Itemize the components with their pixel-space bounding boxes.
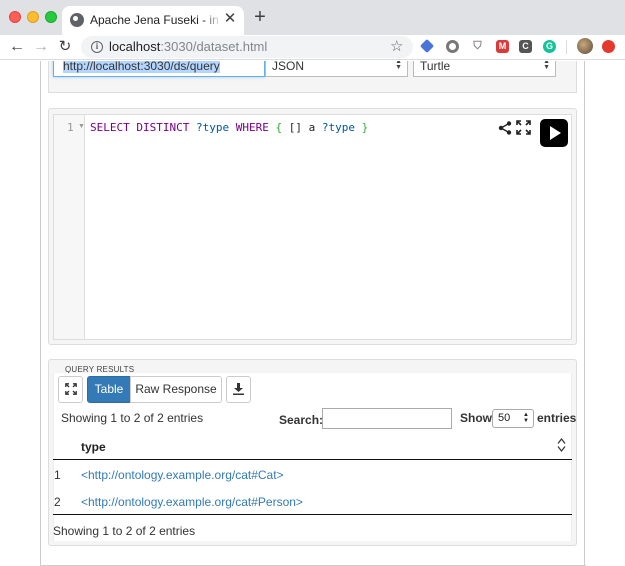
forward-button[interactable]: → xyxy=(32,37,50,57)
shield-extension-icon[interactable]: ⛉ xyxy=(471,40,484,53)
entries-label: entries xyxy=(537,411,577,425)
sparql-endpoint-input[interactable]: http://localhost:3030/ds/query xyxy=(53,61,265,77)
table-info-top: Showing 1 to 2 of 2 entries xyxy=(61,411,204,425)
page-length-value: 50 xyxy=(498,412,511,424)
endpoint-value: http://localhost:3030/ds/query xyxy=(63,61,220,73)
code-token: [] a xyxy=(282,121,322,134)
minimize-window-button[interactable] xyxy=(27,11,39,23)
red-extension-icon[interactable] xyxy=(602,40,615,53)
tab-title: Apache Jena Fuseki - inspect dataset xyxy=(90,13,218,27)
url-host: localhost xyxy=(109,39,161,54)
download-results-button[interactable] xyxy=(226,376,251,403)
line-number: 1 xyxy=(67,121,74,134)
page-content: http://localhost:3030/ds/query JSON ▲ ▼ T… xyxy=(0,61,625,566)
circle-extension-icon[interactable] xyxy=(446,40,459,53)
editor-gutter: 1 ▼ xyxy=(54,115,85,339)
url-text[interactable]: localhost:3030/dataset.html xyxy=(109,39,267,54)
url-path: :3030/dataset.html xyxy=(160,39,268,54)
column-header-type[interactable]: type xyxy=(81,440,106,454)
grammarly-extension-icon[interactable]: G xyxy=(543,40,556,53)
browser-tab[interactable]: Apache Jena Fuseki - inspect dataset ✕ xyxy=(62,6,244,35)
address-bar[interactable]: i localhost:3030/dataset.html ☆ xyxy=(81,36,413,58)
code-token: SELECT xyxy=(90,121,130,134)
table-info-bottom: Showing 1 to 2 of 2 entries xyxy=(53,524,196,538)
browser-titlebar: Apache Jena Fuseki - inspect dataset ✕ + xyxy=(0,0,625,35)
content-type-select[interactable]: JSON ▲ ▼ xyxy=(265,61,408,77)
browser-toolbar: ← → ↻ i localhost:3030/dataset.html ☆ ⛉ … xyxy=(0,35,625,60)
info-icon[interactable]: i xyxy=(91,41,103,53)
code-token: DISTINCT xyxy=(136,121,190,134)
result-link[interactable]: <http://ontology.example.org/cat#Cat> xyxy=(81,468,284,482)
fold-arrow-icon[interactable]: ▼ xyxy=(78,123,85,130)
back-button[interactable]: ← xyxy=(8,37,26,57)
search-label: Search: xyxy=(279,413,324,427)
table-header-border xyxy=(53,459,572,460)
fullscreen-icon[interactable] xyxy=(516,120,531,135)
tab-close-icon[interactable]: ✕ xyxy=(222,11,238,27)
m-extension-icon[interactable]: M xyxy=(496,40,509,53)
c-extension-icon[interactable]: C xyxy=(519,40,532,53)
code-token: } xyxy=(361,121,369,134)
tab-raw-response[interactable]: Raw Response xyxy=(130,376,222,403)
diamond-extension-icon[interactable] xyxy=(419,38,435,54)
close-window-button[interactable] xyxy=(9,11,21,23)
globe-icon xyxy=(70,13,84,27)
bookmark-star-icon[interactable]: ☆ xyxy=(390,37,403,55)
row-number: 2 xyxy=(54,495,61,509)
run-query-button[interactable] xyxy=(540,119,568,147)
select-arrows-icon: ▲ ▼ xyxy=(543,61,550,71)
select-arrows-icon: ▲ ▼ xyxy=(395,61,402,71)
code-token: ?type xyxy=(195,121,230,134)
select-arrows-icon: ▲ ▼ xyxy=(523,412,529,424)
fullscreen-icon xyxy=(64,383,77,395)
results-fullscreen-button[interactable] xyxy=(58,376,83,403)
share-icon[interactable] xyxy=(498,121,512,135)
row-number: 1 xyxy=(54,468,61,482)
profile-avatar[interactable] xyxy=(577,38,593,54)
sparql-editor[interactable]: 1 ▼ SELECT DISTINCT ?type WHERE { [] a ?… xyxy=(53,114,572,340)
table-bottom-border xyxy=(53,514,572,515)
graph-format-value: Turtle xyxy=(420,61,451,73)
reload-button[interactable]: ↻ xyxy=(56,37,74,57)
tab-table[interactable]: Table xyxy=(87,376,131,403)
graph-format-select[interactable]: Turtle ▲ ▼ xyxy=(413,61,556,77)
code-token: WHERE xyxy=(235,121,269,134)
page-length-select[interactable]: 50 ▲ ▼ xyxy=(492,409,534,428)
toolbar-divider xyxy=(566,40,567,54)
query-code-line[interactable]: SELECT DISTINCT ?type WHERE { [] a ?type… xyxy=(90,121,368,134)
search-input[interactable] xyxy=(322,408,452,429)
tab-title-fade xyxy=(202,11,222,29)
show-label: Show xyxy=(460,411,492,425)
sort-icon[interactable] xyxy=(557,438,566,452)
code-token: ?type xyxy=(321,121,355,134)
new-tab-button[interactable]: + xyxy=(250,7,270,28)
download-icon xyxy=(233,383,244,395)
content-type-value: JSON xyxy=(272,61,305,73)
result-link[interactable]: <http://ontology.example.org/cat#Person> xyxy=(81,495,303,509)
maximize-window-button[interactable] xyxy=(45,11,57,23)
